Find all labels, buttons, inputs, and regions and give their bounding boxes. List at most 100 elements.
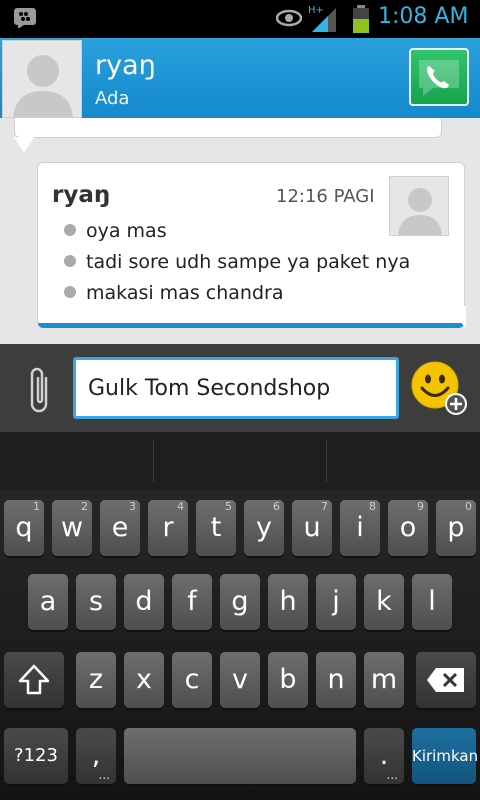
key-v[interactable]: v bbox=[220, 652, 260, 708]
comma-key[interactable]: ,... bbox=[76, 728, 116, 784]
message-line: makasi mas chandra bbox=[64, 282, 283, 304]
key-hint: 1 bbox=[33, 500, 40, 513]
key-c[interactable]: c bbox=[172, 652, 212, 708]
send-key[interactable]: Kirimkan bbox=[412, 728, 478, 784]
key-i[interactable]: i8 bbox=[340, 500, 380, 556]
shift-key[interactable] bbox=[4, 652, 64, 708]
key-w[interactable]: w2 bbox=[52, 500, 92, 556]
key-u[interactable]: u7 bbox=[292, 500, 332, 556]
message-bubble-accent bbox=[38, 323, 464, 328]
key-label: e bbox=[111, 512, 129, 543]
key-p[interactable]: p0 bbox=[436, 500, 476, 556]
key-label: y bbox=[256, 512, 272, 543]
backspace-key[interactable] bbox=[416, 652, 476, 708]
key-n[interactable]: n bbox=[316, 652, 356, 708]
key-h[interactable]: h bbox=[268, 574, 308, 630]
key-hint: 4 bbox=[177, 500, 184, 513]
key-m[interactable]: m bbox=[364, 652, 404, 708]
key-t[interactable]: t5 bbox=[196, 500, 236, 556]
bbm-notification-icon bbox=[14, 8, 36, 32]
message-sender: ryaŋ bbox=[52, 182, 111, 208]
key-label: i bbox=[356, 512, 364, 543]
backspace-icon bbox=[427, 668, 464, 692]
avatar-placeholder-icon bbox=[3, 41, 81, 117]
symbols-key[interactable]: ?123 bbox=[4, 728, 68, 784]
suggestion-strip[interactable] bbox=[0, 432, 480, 490]
shift-arrow-icon bbox=[18, 664, 50, 695]
key-y[interactable]: y6 bbox=[244, 500, 284, 556]
key-e[interactable]: e3 bbox=[100, 500, 140, 556]
key-label: , bbox=[91, 740, 101, 771]
key-hint: 5 bbox=[225, 500, 232, 513]
attach-button[interactable] bbox=[26, 364, 54, 420]
key-hint: 7 bbox=[321, 500, 328, 513]
contact-status: Ada bbox=[95, 88, 130, 109]
suggestion-divider bbox=[153, 440, 154, 482]
eye-icon bbox=[275, 8, 303, 32]
key-label: . bbox=[379, 740, 389, 771]
key-label: t bbox=[210, 512, 222, 543]
key-hint: 6 bbox=[273, 500, 280, 513]
key-q[interactable]: q1 bbox=[4, 500, 44, 556]
message-line-text: makasi mas chandra bbox=[86, 282, 284, 304]
key-label: u bbox=[303, 512, 321, 543]
previous-message-bubble bbox=[14, 118, 442, 138]
key-d[interactable]: d bbox=[124, 574, 164, 630]
key-f[interactable]: f bbox=[172, 574, 212, 630]
key-label: w bbox=[60, 512, 84, 543]
key-k[interactable]: k bbox=[364, 574, 404, 630]
chat-header: ryaŋ Ada bbox=[0, 38, 480, 118]
key-label: p bbox=[447, 512, 465, 543]
contact-avatar[interactable] bbox=[2, 40, 82, 118]
key-z[interactable]: z bbox=[76, 652, 116, 708]
bbm-chat-screen: H+ 1:08 AM ryaŋ Ada ryaŋ 12:16 PAGI oya … bbox=[0, 0, 480, 800]
phone-chat-icon bbox=[419, 60, 459, 96]
key-s[interactable]: s bbox=[76, 574, 116, 630]
emoji-button[interactable] bbox=[411, 361, 469, 421]
smiley-icon bbox=[411, 361, 467, 415]
key-hint: 8 bbox=[369, 500, 376, 513]
key-label: o bbox=[399, 512, 417, 543]
soft-keyboard: q1 w2 e3 r4 t5 y6 u7 i8 o9 p0 a s d f g … bbox=[0, 432, 480, 800]
message-bubble-tail bbox=[446, 306, 466, 328]
voice-call-button[interactable] bbox=[409, 48, 469, 106]
message-line-text: tadi sore udh sampe ya paket nya bbox=[86, 251, 411, 273]
battery-icon bbox=[352, 5, 370, 37]
bullet-icon bbox=[64, 255, 76, 267]
status-time: 1:08 AM bbox=[378, 4, 469, 29]
key-a[interactable]: a bbox=[28, 574, 68, 630]
paperclip-icon bbox=[30, 367, 48, 413]
composer-bar bbox=[0, 344, 480, 432]
key-b[interactable]: b bbox=[268, 652, 308, 708]
message-avatar bbox=[389, 176, 449, 236]
conversation-area[interactable]: ryaŋ 12:16 PAGI oya mas tadi sore udh sa… bbox=[0, 118, 480, 344]
key-o[interactable]: o9 bbox=[388, 500, 428, 556]
key-g[interactable]: g bbox=[220, 574, 260, 630]
message-line-text: oya mas bbox=[86, 220, 167, 242]
key-hint: 9 bbox=[417, 500, 424, 513]
key-label: r bbox=[162, 512, 174, 543]
network-type-label: H+ bbox=[308, 5, 324, 16]
bullet-icon bbox=[64, 224, 76, 236]
key-hint: 0 bbox=[465, 500, 472, 513]
space-key[interactable] bbox=[124, 728, 356, 784]
key-r[interactable]: r4 bbox=[148, 500, 188, 556]
contact-name[interactable]: ryaŋ bbox=[95, 50, 156, 81]
key-x[interactable]: x bbox=[124, 652, 164, 708]
bullet-icon bbox=[64, 286, 76, 298]
message-line: tadi sore udh sampe ya paket nya bbox=[64, 251, 410, 273]
more-keys-indicator: ... bbox=[386, 768, 398, 782]
avatar-placeholder-icon bbox=[390, 177, 448, 235]
key-hint: 2 bbox=[81, 500, 88, 513]
previous-bubble-tail bbox=[14, 137, 34, 153]
key-label: q bbox=[15, 512, 33, 543]
key-j[interactable]: j bbox=[316, 574, 356, 630]
status-bar: H+ 1:08 AM bbox=[0, 0, 480, 38]
period-key[interactable]: .... bbox=[364, 728, 404, 784]
message-line: oya mas bbox=[64, 220, 167, 242]
message-time: 12:16 PAGI bbox=[276, 186, 375, 207]
signal-icon: H+ bbox=[308, 4, 338, 38]
more-keys-indicator: ... bbox=[98, 768, 110, 782]
message-input[interactable] bbox=[73, 357, 399, 419]
key-l[interactable]: l bbox=[412, 574, 452, 630]
